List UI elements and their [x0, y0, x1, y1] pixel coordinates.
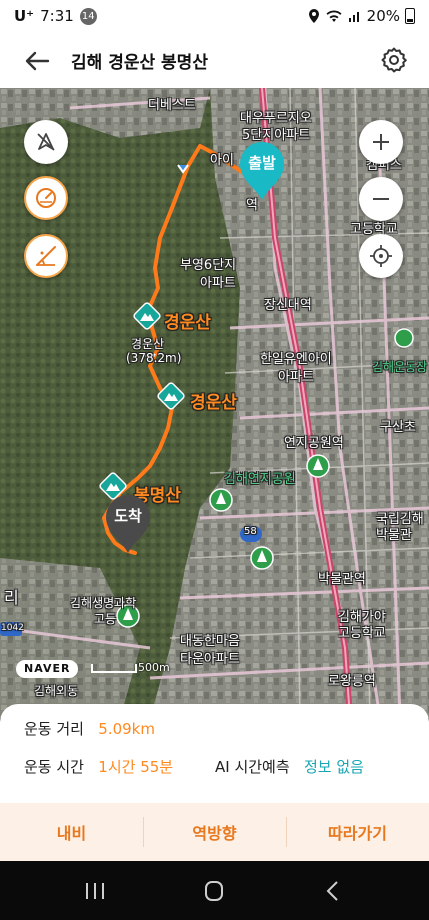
crosshair-icon — [370, 245, 392, 267]
battery-text: 20% — [366, 7, 400, 25]
peak-elevation: (378.2m) — [126, 351, 182, 365]
distance-row: 운동 거리 5.09km — [24, 718, 155, 739]
start-marker-label: 출발 — [248, 154, 276, 172]
page-title: 김해 경운산 봉명산 — [71, 53, 208, 73]
back-arrow-icon[interactable] — [22, 46, 52, 76]
map-label: 고등학교 — [338, 626, 386, 641]
peak-label: 경운산 — [164, 313, 211, 333]
signal-icon — [348, 12, 359, 22]
speedometer-icon — [36, 188, 56, 208]
minus-icon — [373, 198, 389, 200]
map-label: 김해생명과학 — [70, 596, 137, 610]
map-label: 김해운동장 — [372, 360, 428, 374]
map-label: 박물관역 — [318, 572, 366, 587]
map-label: 김해외동 — [34, 684, 79, 698]
map-label: 로왕릉역 — [328, 674, 376, 689]
slope-icon — [36, 246, 56, 266]
distance-label: 운동 거리 — [24, 720, 84, 738]
ai-value: 정보 없음 — [303, 758, 364, 776]
map-label: 고등 — [94, 612, 117, 626]
info-panel: 운동 거리 5.09km 운동 시간 1시간 55분 AI 시간예측 정보 없음 — [0, 704, 429, 804]
wifi-icon — [326, 10, 342, 22]
recent-apps-icon[interactable] — [80, 879, 110, 903]
start-marker[interactable]: 출발 — [236, 140, 288, 202]
ai-estimate-row: AI 시간예측 정보 없음 — [215, 756, 364, 777]
route-badge-label: 58 — [244, 526, 257, 537]
time-row: 운동 시간 1시간 55분 — [24, 756, 173, 777]
current-location-button[interactable] — [359, 234, 403, 278]
route-badge-label: 1042 — [1, 623, 24, 633]
map-view[interactable]: 더베스트 대우푸르지오 5단지아파트 아이 역 캠퍼스 분 고등학교 부영6단지… — [0, 88, 429, 718]
map-label: 타운아파트 — [180, 652, 240, 667]
scale-bar — [91, 664, 137, 673]
map-label: 더베스트 — [148, 98, 196, 113]
map-label: 장신대역 — [264, 298, 312, 313]
map-label: 아파트 — [278, 370, 314, 385]
clock-text: 7:31 — [40, 7, 74, 25]
peak-label-small: 경운산 — [131, 337, 165, 351]
navigation-off-icon — [37, 133, 55, 151]
mountain-peak-icon[interactable] — [157, 382, 185, 412]
back-nav-icon[interactable] — [318, 879, 348, 903]
status-bar: U⁺ 7:31 14 20% — [0, 0, 429, 34]
map-label: 아파트 — [200, 276, 236, 291]
home-icon[interactable] — [199, 879, 229, 903]
navigation-button[interactable]: 내비 — [0, 803, 143, 861]
slope-button[interactable] — [24, 234, 68, 278]
peak-label: 경운산 — [190, 393, 237, 413]
battery-icon — [405, 8, 415, 24]
distance-value: 5.09km — [98, 720, 155, 738]
zoom-in-button[interactable] — [359, 120, 403, 164]
map-label: 부영6단지 — [180, 258, 237, 273]
zoom-out-button[interactable] — [359, 177, 403, 221]
map-label: 구산초 — [380, 420, 416, 435]
notification-badge: 14 — [79, 7, 97, 25]
follow-button[interactable]: 따라가기 — [286, 803, 429, 861]
location-icon — [308, 9, 319, 23]
map-label: 김해연지공원 — [224, 472, 296, 487]
map-label: 박물관 — [376, 528, 412, 543]
map-label: 한일유엔아이 — [260, 352, 332, 367]
speedometer-button[interactable] — [24, 176, 68, 220]
app-header: 김해 경운산 봉명산 — [0, 34, 429, 88]
map-label: 연지공원역 — [284, 436, 344, 451]
end-marker-label: 도착 — [114, 507, 142, 525]
action-bar: 내비 역방향 따라가기 — [0, 803, 429, 861]
gear-icon[interactable] — [379, 45, 409, 75]
time-label: 운동 시간 — [24, 758, 84, 776]
mountain-peak-icon[interactable] — [133, 302, 161, 332]
map-scale: 500m — [90, 660, 170, 674]
status-left: U⁺ 7:31 14 — [14, 7, 97, 25]
reverse-button[interactable]: 역방향 — [143, 803, 286, 861]
hide-track-button[interactable] — [24, 120, 68, 164]
scale-text: 500m — [138, 661, 170, 674]
map-label: 아이 — [210, 153, 234, 168]
map-label: 리 — [4, 588, 19, 607]
status-right: 20% — [308, 7, 415, 25]
map-label: 대동한마음 — [180, 634, 240, 649]
plus-icon — [373, 134, 389, 150]
end-marker[interactable]: 도착 — [102, 493, 154, 555]
android-nav-bar — [0, 861, 429, 920]
naver-logo: NAVER — [16, 660, 79, 678]
time-value: 1시간 55분 — [98, 758, 174, 776]
ai-label: AI 시간예측 — [215, 758, 290, 776]
carrier-text: U⁺ — [14, 7, 35, 25]
